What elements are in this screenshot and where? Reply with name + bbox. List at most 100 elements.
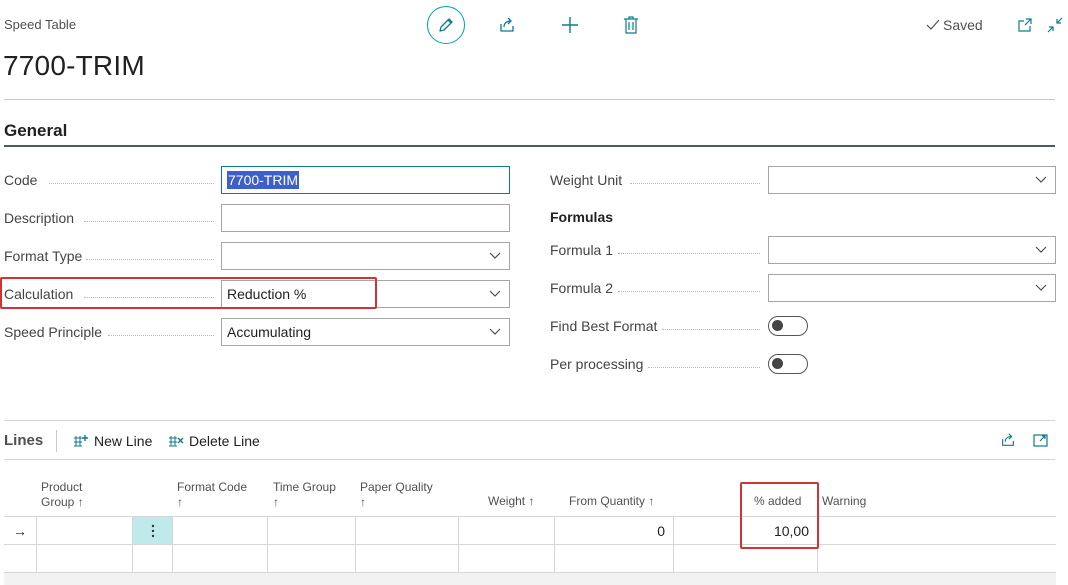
cell-paper-quality[interactable]	[355, 545, 458, 573]
new-button[interactable]	[558, 13, 582, 37]
chevron-down-icon	[489, 328, 501, 335]
calculation-select[interactable]: Reduction %	[221, 280, 510, 308]
leader-dots	[84, 297, 214, 298]
field-weight-unit: Weight Unit	[550, 166, 1056, 194]
row-marker: →	[13, 523, 27, 539]
column-header-format-code[interactable]: Format Code ↑	[177, 480, 247, 510]
open-new-window-button[interactable]	[1014, 14, 1036, 36]
table-row[interactable]	[4, 544, 1056, 573]
delete-button[interactable]	[619, 13, 643, 37]
column-header-warning[interactable]: Warning	[822, 494, 866, 509]
field-formula-1: Formula 1	[550, 236, 1056, 264]
formula-2-select[interactable]	[768, 274, 1056, 302]
field-formula-2: Formula 2	[550, 274, 1056, 302]
edit-button[interactable]	[427, 6, 465, 44]
field-label-code: Code	[4, 172, 38, 188]
delete-line-button[interactable]: Delete Line	[168, 433, 260, 449]
format-type-select[interactable]	[221, 242, 510, 270]
section-divider	[4, 145, 1055, 147]
cell-product-group[interactable]	[36, 545, 132, 573]
speed-principle-select[interactable]: Accumulating	[221, 318, 510, 346]
field-code: Code 7700-TRIM	[4, 166, 510, 194]
cell-format-code[interactable]	[172, 545, 267, 573]
plus-icon	[562, 17, 578, 33]
sort-icon: ↑	[177, 495, 183, 509]
lines-expand-button[interactable]	[1031, 430, 1051, 450]
cell-product-group[interactable]	[36, 517, 132, 545]
share-button[interactable]	[495, 13, 519, 37]
formula-1-select[interactable]	[768, 236, 1056, 264]
chevron-down-icon	[489, 290, 501, 297]
sort-icon: ↑	[273, 495, 279, 509]
column-header-product-group-line2: Group ↑	[41, 495, 84, 509]
column-header-weight[interactable]: Weight ↑	[488, 494, 534, 509]
column-header-from-quantity[interactable]: From Quantity ↑	[569, 494, 654, 509]
cell-from-quantity[interactable]: 0	[554, 517, 673, 545]
cell-time-group[interactable]	[267, 545, 355, 573]
toggle-knob	[772, 358, 783, 369]
formulas-heading: Formulas	[550, 209, 614, 225]
cell-weight[interactable]	[458, 517, 554, 545]
delete-line-label: Delete Line	[189, 433, 260, 449]
chevron-down-icon	[1035, 176, 1047, 183]
field-per-processing: Per processing	[550, 350, 1056, 378]
cell-format-code[interactable]	[172, 517, 267, 545]
weight-unit-select[interactable]	[768, 166, 1056, 194]
table-row[interactable]: → 0 10,00	[4, 516, 1056, 545]
field-label-calculation: Calculation	[4, 286, 74, 302]
leader-dots	[630, 183, 760, 184]
row-menu-cell[interactable]	[132, 545, 172, 573]
share-icon	[1002, 433, 1014, 446]
leader-dots	[618, 291, 760, 292]
cell-from-quantity[interactable]	[554, 545, 673, 573]
field-label-formula-1: Formula 1	[550, 242, 614, 258]
cell-time-group[interactable]	[267, 517, 355, 545]
cell-warning[interactable]	[817, 517, 1056, 545]
column-header-time-group-label: Time Group	[273, 480, 336, 494]
leader-dots	[84, 221, 214, 222]
field-label-find-best-format: Find Best Format	[550, 318, 658, 334]
lines-grid: → 0 10,00	[4, 516, 1056, 573]
cell-warning[interactable]	[817, 545, 1056, 573]
new-line-icon	[74, 435, 88, 447]
column-header-paper-quality[interactable]: Paper Quality ↑	[360, 480, 433, 510]
lines-separator	[56, 430, 57, 452]
delete-line-icon	[169, 436, 184, 447]
column-header-time-group[interactable]: Time Group ↑	[273, 480, 336, 510]
code-input[interactable]: 7700-TRIM	[221, 166, 510, 194]
cell-paper-quality[interactable]	[355, 517, 458, 545]
field-label-speed-principle: Speed Principle	[4, 324, 103, 340]
trash-icon	[624, 16, 638, 34]
leader-dots	[618, 253, 760, 254]
find-best-format-toggle[interactable]	[768, 316, 808, 336]
chevron-down-icon	[1035, 284, 1047, 291]
field-speed-principle: Speed Principle Accumulating	[4, 318, 510, 346]
row-marker	[4, 545, 36, 573]
column-header-product-group[interactable]: Product Group ↑	[41, 480, 84, 510]
per-processing-toggle[interactable]	[768, 354, 808, 374]
description-input[interactable]	[221, 204, 510, 232]
more-vertical-icon	[151, 524, 154, 538]
column-header-paper-quality-label: Paper Quality	[360, 480, 433, 494]
leader-dots	[662, 329, 760, 330]
pencil-icon	[439, 18, 453, 32]
checkmark-icon	[926, 19, 940, 30]
collapse-button[interactable]	[1044, 14, 1066, 36]
field-label-format-type: Format Type	[4, 248, 83, 264]
code-value: 7700-TRIM	[227, 171, 300, 189]
grid-footer	[4, 572, 1056, 585]
page-caption: Speed Table	[4, 17, 77, 32]
lines-share-button[interactable]	[998, 430, 1018, 450]
row-menu-button[interactable]	[132, 517, 172, 545]
column-header-pct-added[interactable]: % added	[754, 494, 801, 509]
chevron-down-icon	[1035, 246, 1047, 253]
cell-pct-added[interactable]	[673, 545, 817, 573]
cell-weight[interactable]	[458, 545, 554, 573]
saved-status: Saved	[926, 17, 983, 33]
cell-pct-added[interactable]: 10,00	[673, 517, 817, 545]
speed-principle-value: Accumulating	[227, 324, 312, 340]
column-header-format-code-label: Format Code	[177, 480, 248, 494]
calculation-value: Reduction %	[227, 286, 307, 302]
new-line-button[interactable]: New Line	[73, 433, 152, 449]
field-label-per-processing: Per processing	[550, 356, 644, 372]
